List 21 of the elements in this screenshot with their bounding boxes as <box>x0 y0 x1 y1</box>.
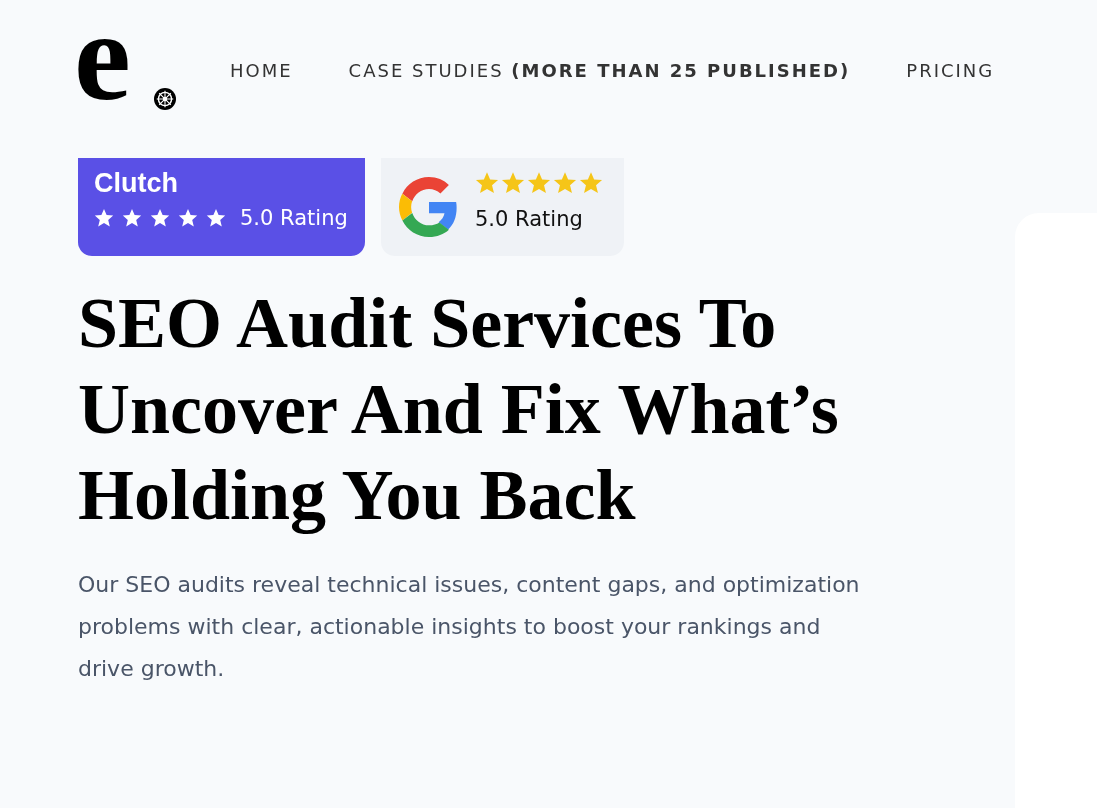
wheel-icon <box>154 88 176 110</box>
star-icon <box>553 171 577 195</box>
star-icon <box>150 208 170 228</box>
star-icon <box>527 171 551 195</box>
logo-letter: e <box>74 0 131 120</box>
star-icon <box>178 208 198 228</box>
rating-text: 5.0 Rating <box>240 206 348 230</box>
page-heading: SEO Audit Services To Uncover And Fix What’s Holding You Back <box>78 282 840 537</box>
intro-paragraph: Our SEO audits reveal technical issues, content gaps, and optimization problems with clear, actionable insights to boost your rankings and drive growth. <box>78 571 861 683</box>
nav-link[interactable]: CASE STUDIES (MORE THAN 25 PUBLISHED) <box>348 59 851 81</box>
nav-link[interactable]: HOME <box>230 59 293 81</box>
star-icon <box>579 171 603 195</box>
brand-name: Clutch <box>94 168 179 198</box>
star-icon <box>94 208 114 228</box>
star-icon <box>122 208 142 228</box>
g-logo-icon <box>399 177 459 237</box>
rating-text: 5.0 Rating <box>475 207 584 231</box>
star-icon <box>475 171 499 195</box>
nav-link[interactable]: PRICING <box>906 59 995 81</box>
star-icon <box>206 208 226 228</box>
star-icon <box>501 171 525 195</box>
